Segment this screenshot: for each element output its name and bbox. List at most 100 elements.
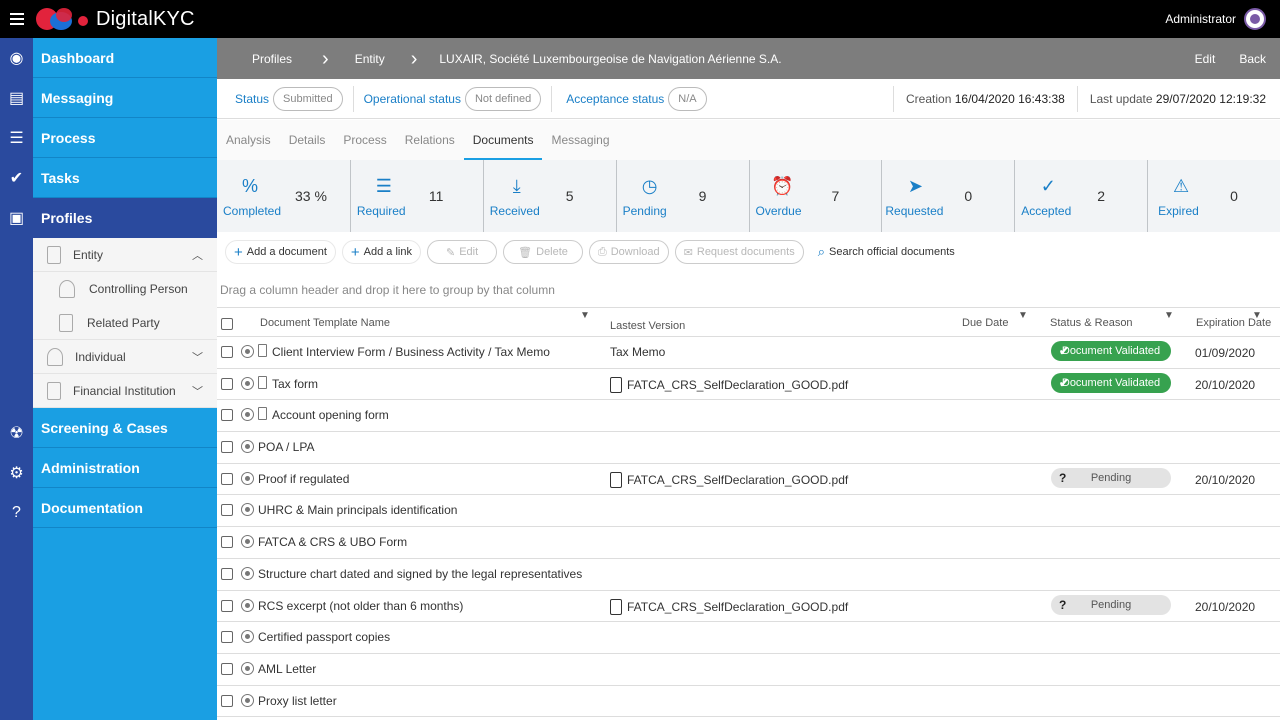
latest-version[interactable]: FATCA_CRS_SelfDeclaration_GOOD.pdf (610, 376, 848, 393)
delete-document-button[interactable]: 🗑︎ Delete (503, 240, 583, 264)
eye-icon[interactable] (241, 566, 254, 580)
chevron-down-icon[interactable]: ﹀ (192, 383, 203, 399)
nav-dashboard[interactable]: Dashboard (33, 38, 217, 78)
column-header-version[interactable]: Lastest Version (610, 320, 685, 332)
add-document-button[interactable]: + Add a document (225, 240, 336, 264)
row-checkbox[interactable] (221, 409, 233, 422)
eye-icon[interactable] (241, 471, 254, 485)
row-checkbox[interactable] (221, 504, 233, 517)
nav-process[interactable]: Process (33, 118, 217, 158)
row-checkbox[interactable] (221, 441, 233, 454)
latest-version[interactable]: FATCA_CRS_SelfDeclaration_GOOD.pdf (610, 598, 848, 615)
sidebar-item-entity[interactable]: Entity ︿ (33, 238, 217, 272)
row-checkbox[interactable] (221, 599, 233, 612)
nav-messaging[interactable]: Messaging (33, 78, 217, 118)
latest-version[interactable]: Tax Memo (610, 345, 665, 359)
menu-icon[interactable] (0, 0, 34, 38)
breadcrumb-entity[interactable]: Entity (355, 52, 385, 66)
avatar[interactable] (1244, 8, 1266, 30)
tab-messaging[interactable]: Messaging (542, 120, 618, 160)
table-row[interactable]: Structure chart dated and signed by the … (217, 559, 1280, 591)
nav-profiles[interactable]: Profiles (33, 198, 217, 238)
back-button[interactable]: Back (1239, 52, 1266, 66)
table-row[interactable]: UHRC & Main principals identification (217, 495, 1280, 528)
filter-icon[interactable]: ▼ (1018, 310, 1028, 321)
tab-relations[interactable]: Relations (396, 120, 464, 160)
process-icon[interactable]: ☰ (0, 118, 33, 158)
user-menu[interactable]: Administrator (1165, 0, 1266, 38)
table-row[interactable]: Client Interview Form / Business Activit… (217, 337, 1280, 369)
eye-icon[interactable] (241, 376, 254, 390)
counter-expired[interactable]: ⚠ Expired 0 (1147, 160, 1280, 232)
nav-documentation[interactable]: Documentation (33, 488, 217, 528)
table-row[interactable]: Proxy list letter (217, 686, 1280, 718)
filter-icon[interactable]: ▼ (580, 310, 590, 321)
help-icon[interactable]: ? (0, 493, 33, 533)
profiles-icon[interactable]: ▣ (0, 198, 33, 238)
request-documents-button[interactable]: ✉ Request documents (674, 240, 804, 264)
row-checkbox[interactable] (221, 536, 233, 549)
dashboard-icon[interactable]: ◉ (0, 38, 33, 78)
tab-documents[interactable]: Documents (463, 120, 543, 160)
row-checkbox[interactable] (221, 377, 233, 390)
tasks-icon[interactable]: ✔ (0, 158, 33, 198)
download-button[interactable]: ⎙ Download (588, 240, 669, 264)
eye-icon[interactable] (241, 661, 254, 675)
screening-icon[interactable]: ☢ (0, 413, 33, 453)
select-all-checkbox[interactable] (221, 318, 233, 330)
eye-icon[interactable] (241, 535, 254, 549)
eye-icon[interactable] (241, 345, 254, 358)
row-checkbox[interactable] (221, 567, 233, 580)
counter-completed[interactable]: % Completed 33 % (217, 160, 350, 232)
table-row[interactable]: Certified passport copies (217, 622, 1280, 654)
row-checkbox[interactable] (221, 631, 233, 644)
eye-icon[interactable] (241, 440, 254, 454)
latest-version[interactable]: FATCA_CRS_SelfDeclaration_GOOD.pdf (610, 471, 848, 488)
table-row[interactable]: AML Letter (217, 654, 1280, 686)
add-link-button[interactable]: + Add a link (341, 240, 421, 264)
column-header-status[interactable]: Status & Reason (1050, 317, 1133, 329)
table-row[interactable]: FATCA & CRS & UBO Form (217, 527, 1280, 559)
counter-pending[interactable]: ◷ Pending 9 (615, 160, 749, 232)
sidebar-item-financial-institution[interactable]: Financial Institution ﹀ (33, 374, 217, 408)
counter-overdue[interactable]: ⏰ Overdue 7 (748, 160, 882, 232)
filter-icon[interactable]: ▼ (1164, 310, 1174, 321)
eye-icon[interactable] (241, 503, 254, 517)
table-row[interactable]: Tax form FATCA_CRS_SelfDeclaration_GOOD.p… (217, 369, 1280, 401)
tab-details[interactable]: Details (280, 120, 335, 160)
eye-icon[interactable] (241, 598, 254, 612)
nav-tasks[interactable]: Tasks (33, 158, 217, 198)
counter-requested[interactable]: ➤ Requested 0 (881, 160, 1014, 232)
filter-icon[interactable]: ▼ (1252, 310, 1262, 321)
eye-icon[interactable] (241, 408, 254, 422)
column-header-due-date[interactable]: Due Date (962, 317, 1008, 329)
sidebar-item-individual[interactable]: Individual ﹀ (33, 340, 217, 374)
counter-received[interactable]: ⤓ Received 5 (482, 160, 616, 232)
chevron-down-icon[interactable]: ﹀ (192, 349, 203, 365)
eye-icon[interactable] (241, 630, 254, 644)
breadcrumb-profiles[interactable]: Profiles (252, 52, 292, 66)
eye-icon[interactable] (241, 693, 254, 707)
table-row[interactable]: RCS excerpt (not older than 6 months) FAT… (217, 591, 1280, 623)
messaging-icon[interactable]: ▤ (0, 78, 33, 118)
chevron-up-icon[interactable]: ︿ (192, 247, 203, 263)
tab-process[interactable]: Process (334, 120, 395, 160)
nav-screening[interactable]: Screening & Cases (33, 408, 217, 448)
sidebar-item-related-party[interactable]: Related Party (33, 306, 217, 340)
sidebar-item-controlling-person[interactable]: Controlling Person (33, 272, 217, 306)
row-checkbox[interactable] (221, 346, 233, 358)
counter-accepted[interactable]: ✓ Accepted 2 (1014, 160, 1147, 232)
table-row[interactable]: Proof if regulated FATCA_CRS_SelfDeclarat… (217, 464, 1280, 496)
tab-analysis[interactable]: Analysis (217, 120, 280, 160)
app-logo[interactable]: DigitalKYC (34, 4, 195, 34)
group-by-hint[interactable]: Drag a column header and drop it here to… (220, 283, 555, 297)
search-official-documents-button[interactable]: ⌕ Search official documents (810, 240, 963, 264)
counter-required[interactable]: ☰ Required 11 (349, 160, 483, 232)
nav-administration[interactable]: Administration (33, 448, 217, 488)
edit-button[interactable]: Edit (1195, 52, 1216, 66)
table-row[interactable]: POA / LPA (217, 432, 1280, 464)
gears-icon[interactable]: ⚙ (0, 453, 33, 493)
column-header-name[interactable]: Document Template Name (260, 317, 390, 329)
row-checkbox[interactable] (221, 694, 233, 707)
edit-document-button[interactable]: ✎ Edit (426, 240, 498, 264)
